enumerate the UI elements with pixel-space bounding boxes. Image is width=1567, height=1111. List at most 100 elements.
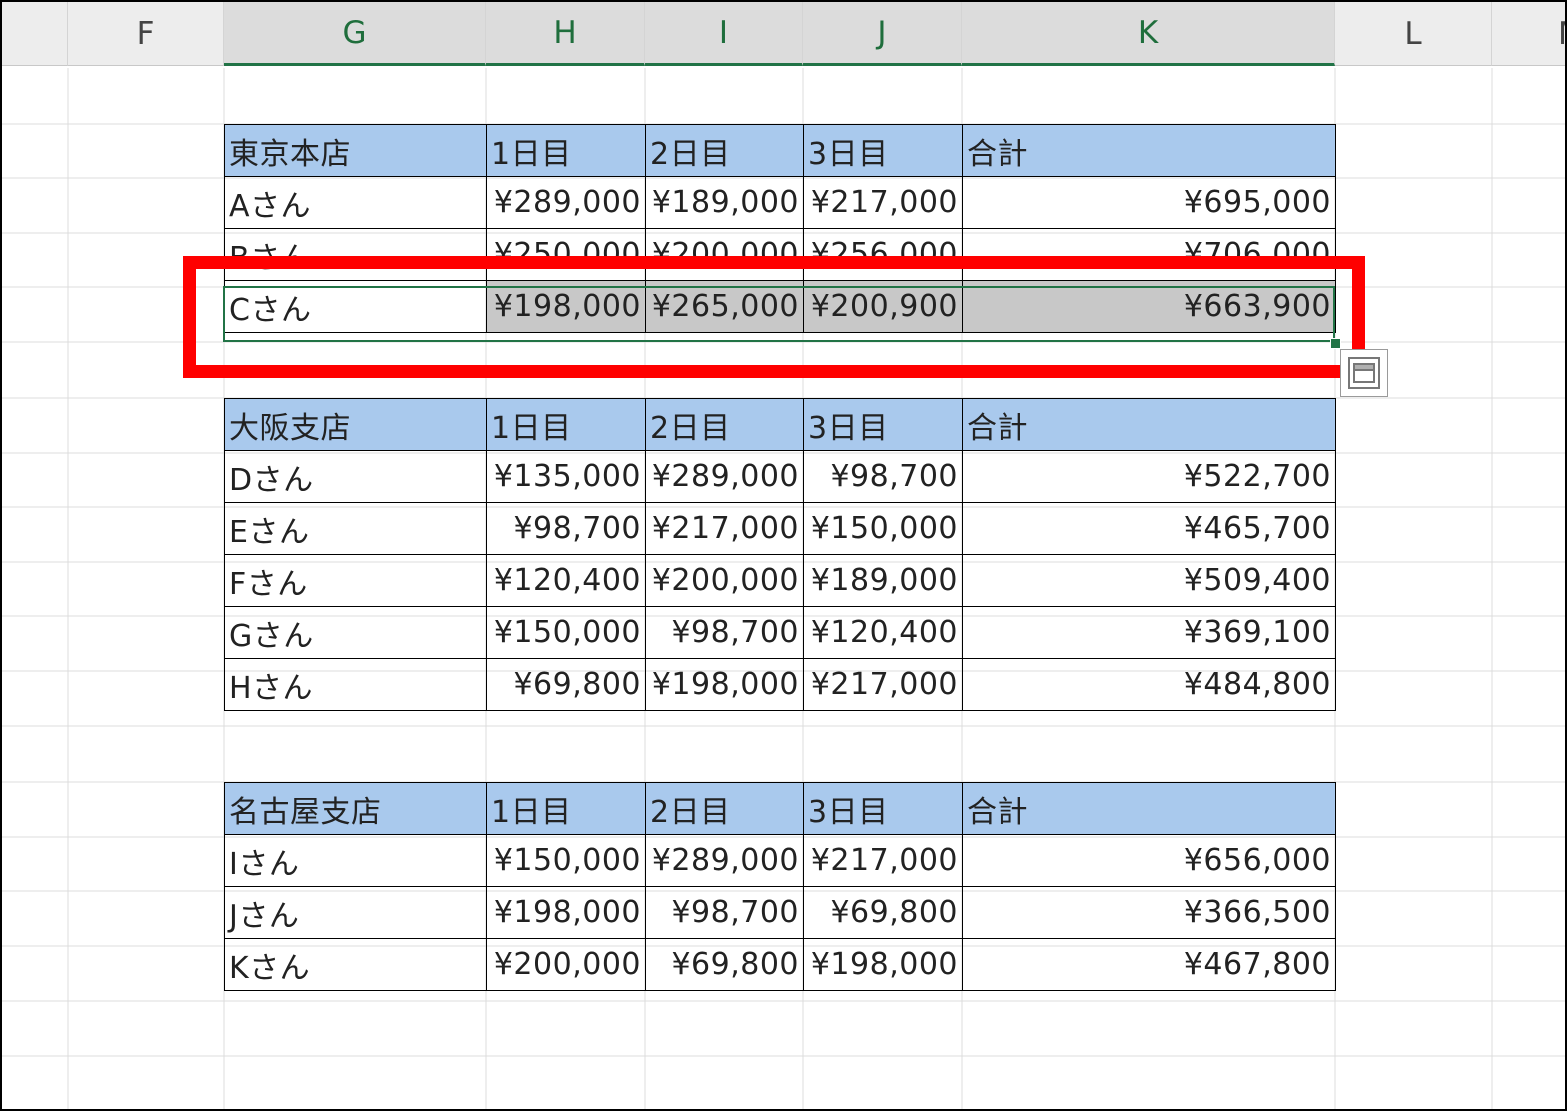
total-cell[interactable]: ¥484,800 <box>962 658 1336 711</box>
value-cell[interactable]: ¥98,700 <box>486 502 646 555</box>
total-cell[interactable]: ¥522,700 <box>962 450 1336 503</box>
table-header-row: 名古屋支店 1日目 2日目 3日目 合計 <box>224 782 1336 835</box>
person-name-cell[interactable]: Dさん <box>224 450 487 503</box>
column-header-i[interactable]: I <box>645 2 803 66</box>
value-cell[interactable]: ¥217,000 <box>645 502 804 555</box>
table-row: Jさん ¥198,000 ¥98,700 ¥69,800 ¥366,500 <box>224 886 1336 939</box>
value-cell[interactable]: ¥69,800 <box>803 886 963 939</box>
value-cell[interactable]: ¥217,000 <box>803 658 963 711</box>
header-cell[interactable]: 3日目 <box>803 782 963 835</box>
header-cell[interactable]: 2日目 <box>645 782 804 835</box>
header-cell[interactable]: 合計 <box>962 782 1336 835</box>
total-cell[interactable]: ¥465,700 <box>962 502 1336 555</box>
value-cell[interactable]: ¥189,000 <box>645 176 804 229</box>
value-cell[interactable]: ¥265,000 <box>645 280 804 333</box>
column-header-m[interactable]: M <box>1492 2 1565 66</box>
column-header-h[interactable]: H <box>486 2 645 66</box>
total-cell[interactable]: ¥366,500 <box>962 886 1336 939</box>
value-cell[interactable]: ¥189,000 <box>803 554 963 607</box>
value-cell[interactable]: ¥200,900 <box>803 280 963 333</box>
column-header-g[interactable]: G <box>224 2 486 66</box>
header-cell[interactable]: 合計 <box>962 124 1336 177</box>
person-name-cell[interactable]: Cさん <box>224 280 487 333</box>
value-cell[interactable]: ¥98,700 <box>645 606 804 659</box>
value-cell[interactable]: ¥217,000 <box>803 834 963 887</box>
value-cell[interactable]: ¥150,000 <box>486 834 646 887</box>
table-header-row: 大阪支店 1日目 2日目 3日目 合計 <box>224 398 1336 451</box>
total-cell[interactable]: ¥467,800 <box>962 938 1336 991</box>
column-header-j[interactable]: J <box>803 2 962 66</box>
value-cell[interactable]: ¥200,000 <box>645 554 804 607</box>
quick-analysis-icon <box>1348 357 1380 389</box>
selected-table-row: Cさん ¥198,000 ¥265,000 ¥200,900 ¥663,900 <box>224 280 1336 333</box>
table-row: Iさん ¥150,000 ¥289,000 ¥217,000 ¥656,000 <box>224 834 1336 887</box>
header-cell[interactable]: 2日目 <box>645 124 804 177</box>
column-header-k[interactable]: K <box>962 2 1335 66</box>
table-row: Eさん ¥98,700 ¥217,000 ¥150,000 ¥465,700 <box>224 502 1336 555</box>
osaka-branch-table: 大阪支店 1日目 2日目 3日目 合計 Dさん ¥135,000 ¥289,00… <box>224 398 1336 711</box>
header-cell[interactable]: 2日目 <box>645 398 804 451</box>
value-cell[interactable]: ¥69,800 <box>486 658 646 711</box>
header-cell[interactable]: 1日目 <box>486 124 646 177</box>
total-cell[interactable]: ¥656,000 <box>962 834 1336 887</box>
person-name-cell[interactable]: Iさん <box>224 834 487 887</box>
header-cell[interactable]: 1日目 <box>486 398 646 451</box>
value-cell[interactable]: ¥198,000 <box>486 886 646 939</box>
total-cell[interactable]: ¥509,400 <box>962 554 1336 607</box>
column-header-corner[interactable] <box>2 2 68 66</box>
value-cell[interactable]: ¥289,000 <box>645 450 804 503</box>
value-cell[interactable]: ¥200,000 <box>486 938 646 991</box>
quick-analysis-button[interactable] <box>1340 349 1388 397</box>
fill-handle[interactable] <box>1330 338 1341 349</box>
total-cell[interactable]: ¥369,100 <box>962 606 1336 659</box>
spreadsheet-window: F G H I J K L M 東京本店 1日目 2日目 3日目 合計 Aさん … <box>0 0 1567 1111</box>
value-cell[interactable]: ¥150,000 <box>486 606 646 659</box>
person-name-cell[interactable]: Eさん <box>224 502 487 555</box>
value-cell[interactable]: ¥289,000 <box>645 834 804 887</box>
table-row: Kさん ¥200,000 ¥69,800 ¥198,000 ¥467,800 <box>224 938 1336 991</box>
person-name-cell[interactable]: Jさん <box>224 886 487 939</box>
header-cell[interactable]: 合計 <box>962 398 1336 451</box>
person-name-cell[interactable]: Bさん <box>224 228 487 281</box>
branch-name-cell[interactable]: 東京本店 <box>224 124 487 177</box>
value-cell[interactable]: ¥120,400 <box>486 554 646 607</box>
table-row: Dさん ¥135,000 ¥289,000 ¥98,700 ¥522,700 <box>224 450 1336 503</box>
value-cell[interactable]: ¥150,000 <box>803 502 963 555</box>
value-cell[interactable]: ¥120,400 <box>803 606 963 659</box>
header-cell[interactable]: 3日目 <box>803 398 963 451</box>
value-cell[interactable]: ¥217,000 <box>803 176 963 229</box>
total-cell[interactable]: ¥663,900 <box>962 280 1336 333</box>
person-name-cell[interactable]: Aさん <box>224 176 487 229</box>
value-cell[interactable]: ¥289,000 <box>486 176 646 229</box>
value-cell[interactable]: ¥98,700 <box>803 450 963 503</box>
person-name-cell[interactable]: Hさん <box>224 658 487 711</box>
person-name-cell[interactable]: Kさん <box>224 938 487 991</box>
value-cell[interactable]: ¥200,000 <box>645 228 804 281</box>
value-cell[interactable]: ¥250,000 <box>486 228 646 281</box>
header-cell[interactable]: 1日目 <box>486 782 646 835</box>
column-header-f[interactable]: F <box>68 2 224 66</box>
value-cell[interactable]: ¥69,800 <box>645 938 804 991</box>
tokyo-branch-table: 東京本店 1日目 2日目 3日目 合計 Aさん ¥289,000 ¥189,00… <box>224 124 1336 333</box>
table-row: Bさん ¥250,000 ¥200,000 ¥256,000 ¥706,000 <box>224 228 1336 281</box>
table-row: Hさん ¥69,800 ¥198,000 ¥217,000 ¥484,800 <box>224 658 1336 711</box>
column-header-bar: F G H I J K L M <box>2 2 1565 68</box>
table-row: Gさん ¥150,000 ¥98,700 ¥120,400 ¥369,100 <box>224 606 1336 659</box>
value-cell[interactable]: ¥198,000 <box>803 938 963 991</box>
value-cell[interactable]: ¥98,700 <box>645 886 804 939</box>
value-cell[interactable]: ¥256,000 <box>803 228 963 281</box>
value-cell[interactable]: ¥198,000 <box>486 280 646 333</box>
table-row: Aさん ¥289,000 ¥189,000 ¥217,000 ¥695,000 <box>224 176 1336 229</box>
table-row: Fさん ¥120,400 ¥200,000 ¥189,000 ¥509,400 <box>224 554 1336 607</box>
column-header-l[interactable]: L <box>1335 2 1492 66</box>
value-cell[interactable]: ¥198,000 <box>645 658 804 711</box>
branch-name-cell[interactable]: 大阪支店 <box>224 398 487 451</box>
header-cell[interactable]: 3日目 <box>803 124 963 177</box>
total-cell[interactable]: ¥706,000 <box>962 228 1336 281</box>
person-name-cell[interactable]: Fさん <box>224 554 487 607</box>
person-name-cell[interactable]: Gさん <box>224 606 487 659</box>
value-cell[interactable]: ¥135,000 <box>486 450 646 503</box>
branch-name-cell[interactable]: 名古屋支店 <box>224 782 487 835</box>
total-cell[interactable]: ¥695,000 <box>962 176 1336 229</box>
nagoya-branch-table: 名古屋支店 1日目 2日目 3日目 合計 Iさん ¥150,000 ¥289,0… <box>224 782 1336 991</box>
